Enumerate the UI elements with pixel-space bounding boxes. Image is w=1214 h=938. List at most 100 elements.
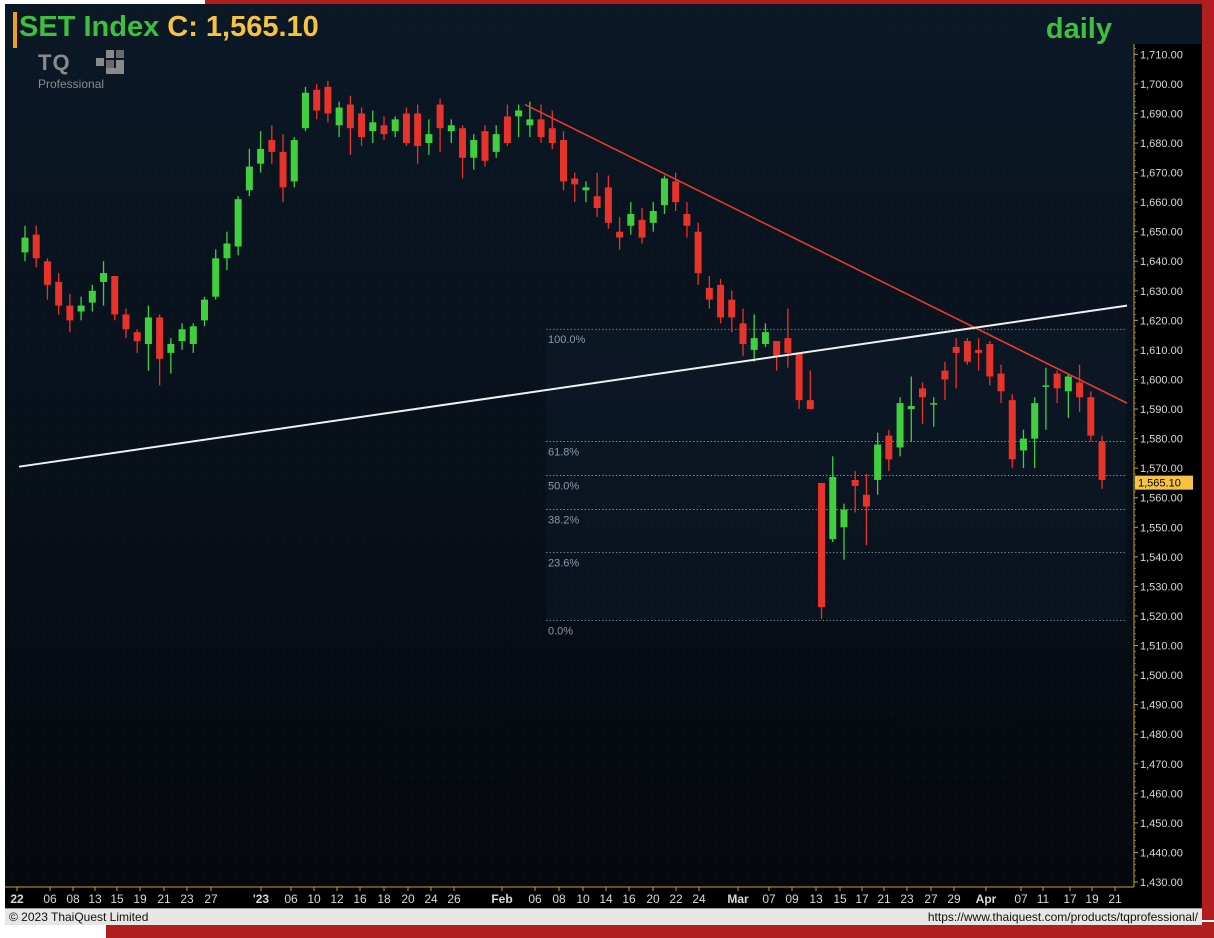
- candle-body: [851, 479, 859, 486]
- y-tick-label-21: 1,640.00: [1140, 256, 1183, 268]
- candle-body: [447, 125, 455, 132]
- candle-body: [212, 258, 220, 297]
- y-tick-label-23: 1,660.00: [1140, 197, 1183, 209]
- candle-body: [167, 344, 175, 353]
- y-tick-label-18: 1,610.00: [1140, 345, 1183, 357]
- candle-body: [245, 166, 253, 191]
- x-tick-label-22: 14: [599, 892, 613, 906]
- candle-body: [537, 119, 545, 138]
- y-tick-label-5: 1,480.00: [1140, 729, 1183, 741]
- candle-body: [1008, 400, 1016, 460]
- x-tick-label-31: 15: [833, 892, 847, 906]
- candle-body: [784, 338, 792, 353]
- x-tick-label-11: 10: [307, 892, 321, 906]
- candle-body: [100, 273, 108, 282]
- chart-title: SET Index C: 1,565.10: [19, 11, 319, 44]
- candle-body: [1042, 385, 1050, 387]
- x-tick-label-2: 08: [66, 892, 80, 906]
- candle-body: [369, 122, 377, 132]
- candle-body: [380, 125, 388, 135]
- fibonacci-zone: [546, 329, 1126, 621]
- x-tick-label-42: 21: [1108, 892, 1122, 906]
- candle-body: [324, 86, 332, 114]
- x-tick-label-16: 24: [424, 892, 438, 906]
- candle-body: [795, 352, 803, 401]
- fib-level-label-0: 100.0%: [548, 334, 586, 346]
- candle-body: [548, 128, 556, 143]
- candle-body: [660, 178, 668, 206]
- x-tick-label-36: 29: [947, 892, 961, 906]
- candle-body: [1098, 441, 1106, 480]
- candle-body: [257, 148, 265, 164]
- y-tick-label-10: 1,530.00: [1140, 581, 1183, 593]
- candle-body: [1053, 373, 1061, 389]
- chart-canvas[interactable]: 100.0%61.8%50.0%38.2%23.6%0.0% 1,430.001…: [5, 4, 1202, 910]
- candle-body: [717, 284, 725, 318]
- candle-78: [896, 397, 904, 457]
- candle-body: [683, 213, 691, 226]
- y-tick-label-8: 1,510.00: [1140, 641, 1183, 653]
- candle-8: [111, 276, 119, 321]
- y-tick-label-11: 1,540.00: [1140, 552, 1183, 564]
- x-tick-label-26: 24: [692, 892, 706, 906]
- candle-body: [593, 196, 601, 209]
- candle-body: [616, 231, 624, 238]
- title-marker: [13, 12, 17, 48]
- y-tick-label-28: 1,710.00: [1140, 49, 1183, 61]
- candle-body: [144, 317, 152, 345]
- x-tick-label-39: 11: [1037, 892, 1050, 906]
- candle-body: [234, 199, 242, 247]
- x-tick-label-28: 07: [762, 892, 776, 906]
- x-tick-label-41: 19: [1085, 892, 1099, 906]
- candle-body: [862, 494, 870, 507]
- candle-body: [77, 305, 85, 312]
- index-name: SET Index: [19, 11, 160, 43]
- y-tick-label-27: 1,700.00: [1140, 79, 1183, 91]
- candle-body: [773, 341, 781, 356]
- x-tick-label-4: 15: [110, 892, 124, 906]
- y-tick-label-20: 1,630.00: [1140, 286, 1183, 298]
- candle-body: [952, 346, 960, 353]
- y-tick-label-22: 1,650.00: [1140, 227, 1183, 239]
- fib-level-label-1: 61.8%: [548, 447, 579, 459]
- candle-body: [761, 332, 769, 345]
- source-url[interactable]: https://www.thaiquest.com/products/tqpro…: [928, 910, 1198, 924]
- candle-body: [55, 281, 63, 306]
- x-tick-label-6: 21: [157, 892, 171, 906]
- x-tick-label-21: 10: [576, 892, 590, 906]
- candle-body: [705, 287, 713, 300]
- candle-body: [975, 349, 983, 353]
- candle-body: [672, 181, 680, 203]
- candle-body: [335, 107, 343, 126]
- candle-body: [638, 219, 646, 238]
- candle-25: [301, 86, 309, 132]
- x-tick-label-27: Mar: [727, 892, 749, 906]
- candle-body: [728, 299, 736, 318]
- candle-body: [436, 104, 444, 129]
- candle-body: [997, 373, 1005, 392]
- candle-body: [268, 140, 276, 152]
- candle-body: [560, 140, 567, 182]
- candle-body: [1076, 382, 1084, 398]
- period-label: daily: [1045, 13, 1112, 45]
- candle-body: [829, 477, 837, 540]
- candle-body: [874, 444, 882, 480]
- candle-body: [750, 338, 758, 350]
- x-tick-label-12: 12: [330, 892, 344, 906]
- candle-body: [694, 231, 702, 274]
- candle-body: [1064, 376, 1072, 392]
- candle-body: [459, 128, 467, 158]
- candle-19: [234, 196, 242, 256]
- candle-71: [818, 482, 826, 619]
- x-tick-label-19: 06: [528, 892, 542, 906]
- candle-body: [66, 305, 74, 321]
- x-tick-label-25: 22: [669, 892, 683, 906]
- close-price: C: 1,565.10: [167, 11, 319, 43]
- x-tick-label-1: 06: [43, 892, 57, 906]
- candle-88: [1008, 394, 1016, 469]
- fib-level-label-3: 38.2%: [548, 515, 579, 527]
- candle-84: [963, 338, 971, 365]
- x-tick-label-35: 27: [924, 892, 938, 906]
- candle-body: [503, 116, 511, 143]
- candle-body: [941, 370, 949, 380]
